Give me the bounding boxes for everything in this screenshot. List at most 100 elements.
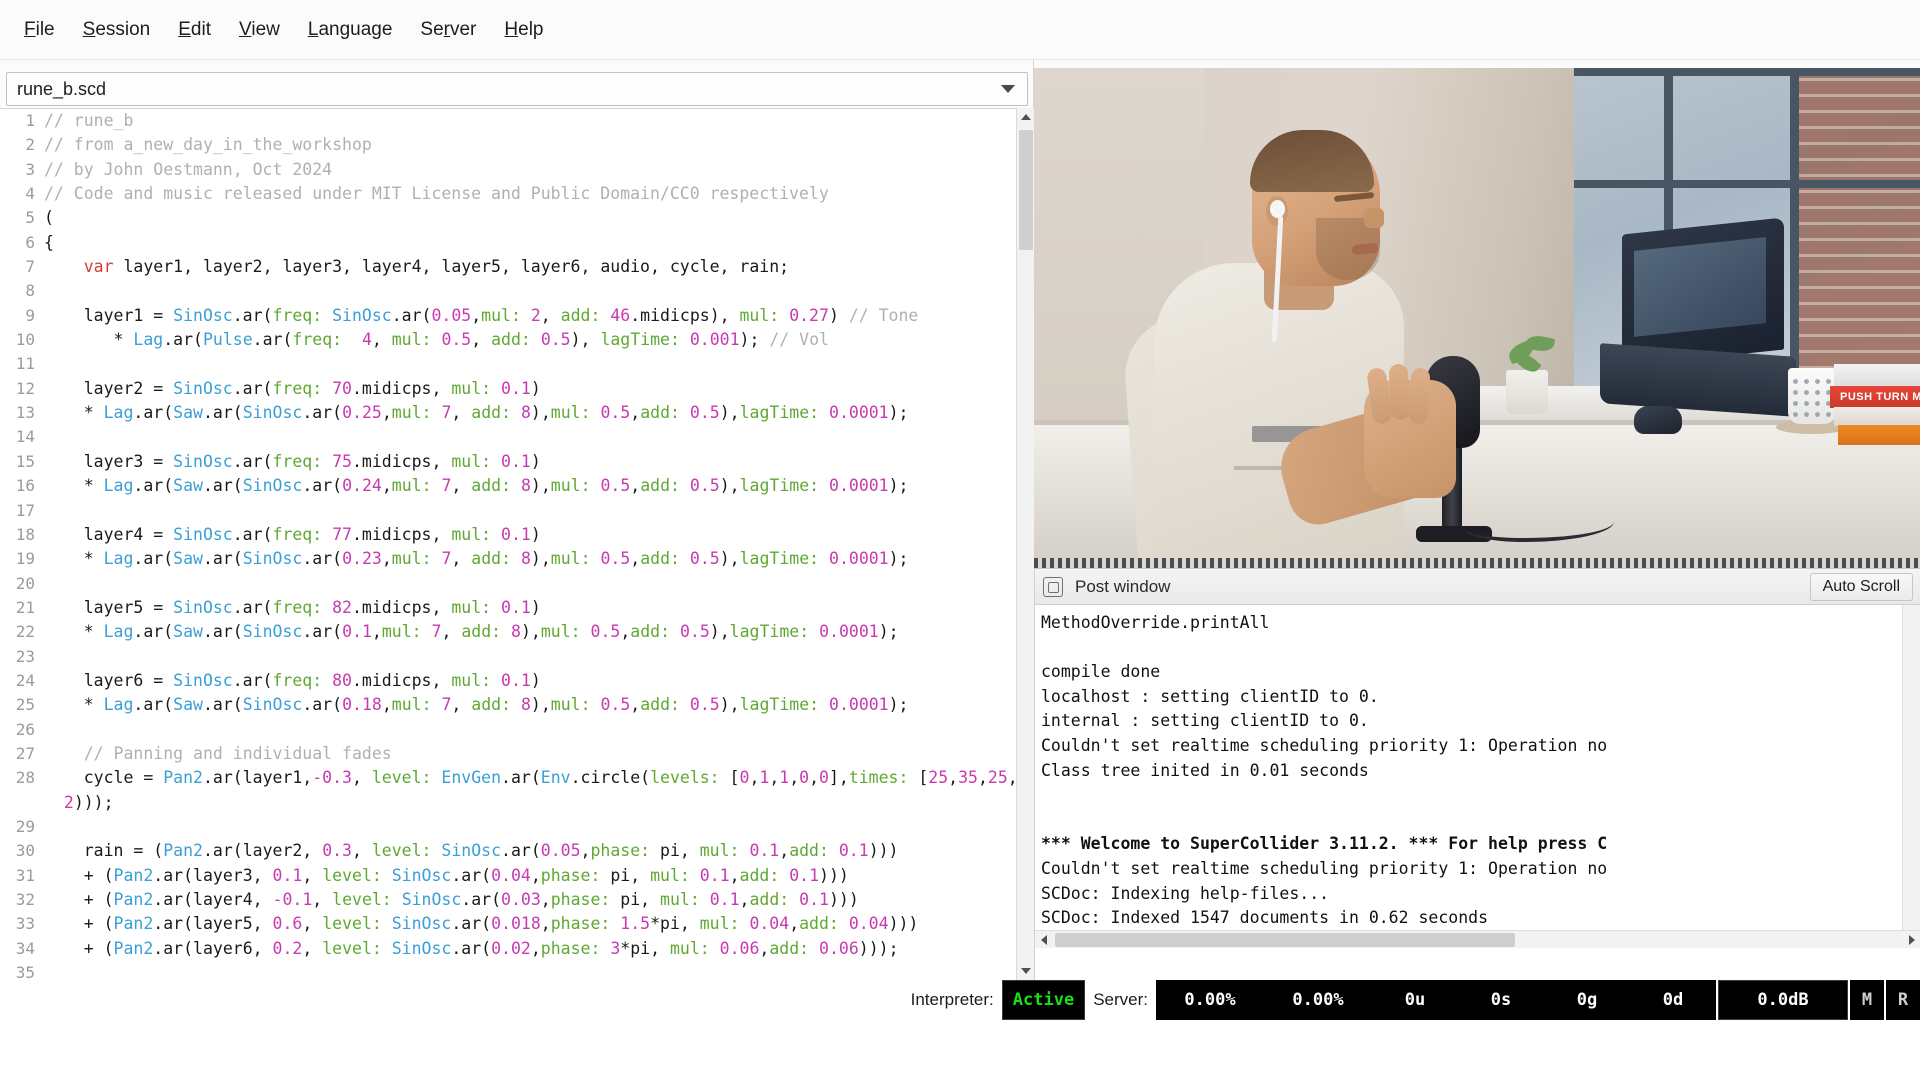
code-line[interactable]: 23 [0, 645, 1018, 669]
code-line[interactable]: 21 layer5 = SinOsc.ar(freq: 82.midicps, … [0, 596, 1018, 620]
post-horizontal-scrollbar[interactable] [1035, 930, 1920, 948]
code-line-text: // rune_b [44, 111, 134, 130]
code-line-text: * Lag.ar(Saw.ar(SinOsc.ar(0.24,mul: 7, a… [44, 476, 909, 496]
menu-server[interactable]: Server [406, 15, 490, 45]
menu-view[interactable]: View [225, 15, 294, 45]
post-output-line: Couldn't set realtime scheduling priorit… [1041, 735, 1608, 755]
detach-window-icon[interactable] [1043, 576, 1063, 597]
code-line[interactable]: 35 [0, 961, 1018, 980]
code-line[interactable]: 5( [0, 206, 1018, 230]
code-line-text: // Panning and individual fades [83, 743, 392, 763]
line-number: 22 [15, 622, 35, 642]
code-line[interactable]: 12 layer2 = SinOsc.ar(freq: 70.midicps, … [0, 377, 1018, 401]
line-number: 5 [25, 208, 35, 228]
post-output-line [1041, 808, 1899, 833]
code-line[interactable]: 33 + (Pan2.ar(layer5, 0.6, level: SinOsc… [0, 912, 1018, 936]
line-number: 25 [15, 695, 35, 715]
code-line[interactable]: 19 * Lag.ar(Saw.ar(SinOsc.ar(0.23,mul: 7… [0, 547, 1018, 571]
code-line[interactable]: 18 layer4 = SinOsc.ar(freq: 77.midicps, … [0, 523, 1018, 547]
person-finger [1408, 367, 1431, 425]
chevron-down-icon[interactable] [1001, 85, 1015, 93]
code-line-text: layer3 = SinOsc.ar(freq: 75.midicps, mul… [44, 451, 541, 471]
code-line[interactable]: 31 + (Pan2.ar(layer3, 0.1, level: SinOsc… [0, 864, 1018, 888]
scrollbar-thumb[interactable] [1019, 130, 1033, 250]
code-line[interactable]: 13 * Lag.ar(Saw.ar(SinOsc.ar(0.25,mul: 7… [0, 401, 1018, 425]
window-mullion [1574, 68, 1920, 76]
code-line[interactable]: 24 layer6 = SinOsc.ar(freq: 80.midicps, … [0, 669, 1018, 693]
code-line[interactable]: 34 + (Pan2.ar(layer6, 0.2, level: SinOsc… [0, 937, 1018, 961]
code-editor[interactable]: 1 // rune_b 2 // from a_new_day_in_the_work… [0, 109, 1018, 980]
code-line[interactable]: 22 * Lag.ar(Saw.ar(SinOsc.ar(0.1,mul: 7,… [0, 620, 1018, 644]
scroll-left-icon[interactable] [1035, 931, 1053, 949]
record-button[interactable]: R [1884, 980, 1920, 1020]
post-output-line: localhost : setting clientID to 0. [1041, 686, 1379, 706]
code-line[interactable]: 3 // by John Oestmann, Oct 2024 [0, 158, 1018, 182]
code-line-text: * Lag.ar(Saw.ar(SinOsc.ar(0.23,mul: 7, a… [44, 549, 909, 569]
code-line-text: + (Pan2.ar(layer5, 0.6, level: SinOsc.ar… [44, 914, 919, 934]
line-number: 21 [15, 597, 35, 617]
code-line-text: rain = (Pan2.ar(layer2, 0.3, level: SinO… [44, 841, 899, 861]
code-line[interactable]: 14 [0, 425, 1018, 449]
menu-file[interactable]: File [10, 15, 69, 45]
line-number: 6 [25, 232, 35, 252]
book-stack-item: PUSH TURN MOVE [1830, 386, 1920, 408]
code-line[interactable]: 7 var layer1, layer2, layer3, layer4, la… [0, 255, 1018, 279]
post-vertical-scrollbar[interactable] [1902, 605, 1920, 945]
code-line[interactable]: 2))); [0, 791, 1018, 815]
code-line-text: * Lag.ar(Saw.ar(SinOsc.ar(0.1,mul: 7, ad… [44, 622, 899, 642]
code-line[interactable]: 15 layer3 = SinOsc.ar(freq: 75.midicps, … [0, 450, 1018, 474]
scroll-right-icon[interactable] [1903, 931, 1920, 949]
scroll-up-icon[interactable] [1017, 108, 1035, 126]
code-editor-panel[interactable]: 1 // rune_b 2 // from a_new_day_in_the_work… [0, 108, 1034, 980]
book-stack-item [1838, 425, 1920, 445]
server-stat-synthdefs: 0d [1630, 980, 1716, 1020]
code-line-text [44, 279, 1018, 303]
post-output-line: internal : setting clientID to 0. [1041, 711, 1369, 731]
code-line[interactable]: 30 rain = (Pan2.ar(layer2, 0.3, level: S… [0, 839, 1018, 863]
code-line[interactable]: 9 layer1 = SinOsc.ar(freq: SinOsc.ar(0.0… [0, 304, 1018, 328]
menu-help[interactable]: Help [490, 15, 557, 45]
menu-session[interactable]: Session [69, 15, 165, 45]
code-line[interactable]: 25 * Lag.ar(Saw.ar(SinOsc.ar(0.18,mul: 7… [0, 693, 1018, 717]
code-line[interactable]: 6{ [0, 231, 1018, 255]
scroll-down-icon[interactable] [1017, 962, 1035, 980]
post-window-output[interactable]: MethodOverride.printAll compile done loca… [1035, 605, 1903, 945]
code-line-text: layer4 = SinOsc.ar(freq: 77.midicps, mul… [44, 524, 541, 544]
post-window-panel: Post window Auto Scroll MethodOverride.p… [1034, 568, 1920, 980]
code-line[interactable]: 8 [0, 279, 1018, 303]
code-line[interactable]: 29 [0, 815, 1018, 839]
code-line[interactable]: 26 [0, 718, 1018, 742]
line-number: 1 [25, 111, 35, 130]
document-selector[interactable]: rune_b.scd [6, 72, 1028, 106]
mute-button[interactable]: M [1848, 980, 1884, 1020]
line-number: 26 [15, 719, 35, 739]
server-stat-avg-cpu: 0.00% [1156, 980, 1264, 1020]
code-line[interactable]: 11 [0, 352, 1018, 376]
server-level-meter[interactable]: 0.0dB [1718, 980, 1848, 1020]
code-line[interactable]: 28 cycle = Pan2.ar(layer1,-0.3, level: E… [0, 766, 1018, 790]
line-number: 15 [15, 451, 35, 471]
code-line[interactable]: 20 [0, 572, 1018, 596]
code-line-text [44, 425, 1018, 449]
interpreter-status-badge[interactable]: Active [1001, 980, 1086, 1020]
code-line[interactable]: 17 [0, 499, 1018, 523]
line-number: 18 [15, 524, 35, 544]
code-line[interactable]: 16 * Lag.ar(Saw.ar(SinOsc.ar(0.24,mul: 7… [0, 474, 1018, 498]
server-stat-synths: 0s [1458, 980, 1544, 1020]
code-line[interactable]: 10 * Lag.ar(Pulse.ar(freq: 4, mul: 0.5, … [0, 328, 1018, 352]
menu-edit[interactable]: Edit [164, 15, 225, 45]
post-output-line: SCDoc: Indexing help-files... [1041, 883, 1330, 903]
code-line-text: // Code and music released under MIT Lic… [44, 184, 829, 204]
code-line[interactable]: 1 // rune_b [0, 109, 1018, 133]
menu-language[interactable]: Language [294, 15, 407, 45]
mug-pattern [1790, 376, 1834, 418]
code-line-text [44, 352, 1018, 376]
code-line[interactable]: 2 // from a_new_day_in_the_workshop [0, 133, 1018, 157]
hscrollbar-thumb[interactable] [1055, 933, 1515, 947]
earphone-icon [1270, 200, 1285, 218]
code-line[interactable]: 27 // Panning and individual fades [0, 742, 1018, 766]
editor-vertical-scrollbar[interactable] [1016, 108, 1035, 980]
auto-scroll-button[interactable]: Auto Scroll [1809, 573, 1913, 601]
code-line[interactable]: 32 + (Pan2.ar(layer4, -0.1, level: SinOs… [0, 888, 1018, 912]
code-line[interactable]: 4 // Code and music released under MIT Li… [0, 182, 1018, 206]
